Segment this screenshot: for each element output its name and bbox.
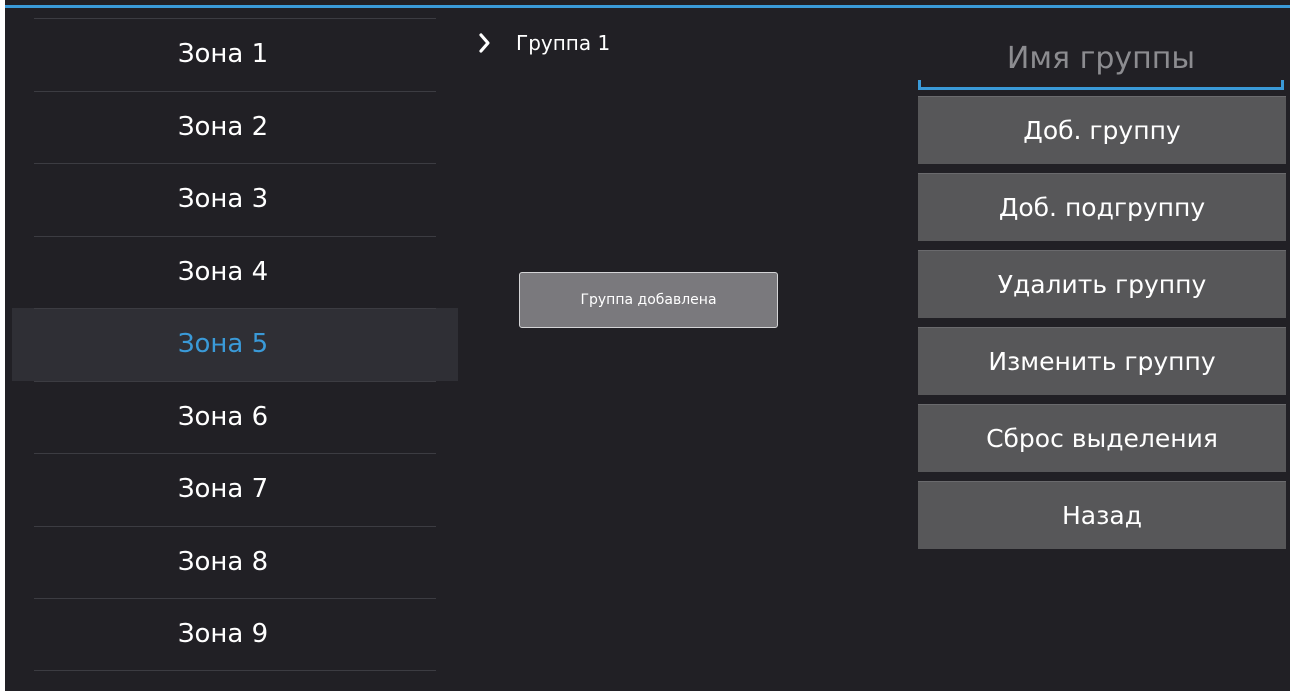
zone-label: Зона 5 — [177, 329, 269, 360]
zone-item-7[interactable]: Зона 7 — [12, 453, 458, 526]
zone-item-3[interactable]: Зона 3 — [12, 163, 458, 236]
add-group-button[interactable]: Доб. группу — [918, 96, 1286, 164]
zone-item-4[interactable]: Зона 4 — [12, 235, 458, 309]
zone-label: Зона 9 — [177, 619, 269, 650]
top-accent-line — [5, 5, 1290, 8]
tree-item-group-1[interactable]: Группа 1 — [478, 26, 610, 60]
delete-group-button[interactable]: Удалить группу — [918, 250, 1286, 318]
action-button-stack: Доб. группу Доб. подгруппу Удалить групп… — [918, 96, 1286, 558]
zone-label: Зона 6 — [177, 401, 269, 432]
zone-item-2[interactable]: Зона 2 — [12, 90, 458, 164]
zone-item-5[interactable]: Зона 5 — [12, 308, 458, 381]
zone-item-9[interactable]: Зона 9 — [12, 598, 458, 671]
tree-item-label: Группа 1 — [516, 31, 611, 55]
input-underline-right-tick — [1281, 80, 1284, 90]
zone-item-6[interactable]: Зона 6 — [12, 380, 458, 454]
zone-label: Зона 8 — [177, 546, 269, 577]
edit-group-button[interactable]: Изменить группу — [918, 327, 1286, 395]
toast-message: Группа добавлена — [580, 292, 717, 308]
zone-label: Зона 1 — [177, 39, 269, 70]
zone-item-1[interactable]: Зона 1 — [12, 18, 458, 91]
add-subgroup-button[interactable]: Доб. подгруппу — [918, 173, 1286, 241]
zone-label: Зона 3 — [177, 184, 269, 215]
zone-item-8[interactable]: Зона 8 — [12, 525, 458, 599]
group-name-input[interactable] — [918, 30, 1284, 90]
input-underline-left-tick — [918, 80, 921, 90]
reset-selection-button[interactable]: Сброс выделения — [918, 404, 1286, 472]
back-button[interactable]: Назад — [918, 481, 1286, 549]
zone-label: Зона 2 — [177, 111, 269, 142]
zone-label: Зона 4 — [177, 256, 269, 287]
toast-notification: Группа добавлена — [519, 272, 778, 328]
chevron-right-icon[interactable] — [478, 32, 492, 54]
zone-list: Зона 1 Зона 2 Зона 3 Зона 4 Зона 5 Зона … — [12, 18, 458, 671]
zone-label: Зона 7 — [177, 474, 269, 505]
